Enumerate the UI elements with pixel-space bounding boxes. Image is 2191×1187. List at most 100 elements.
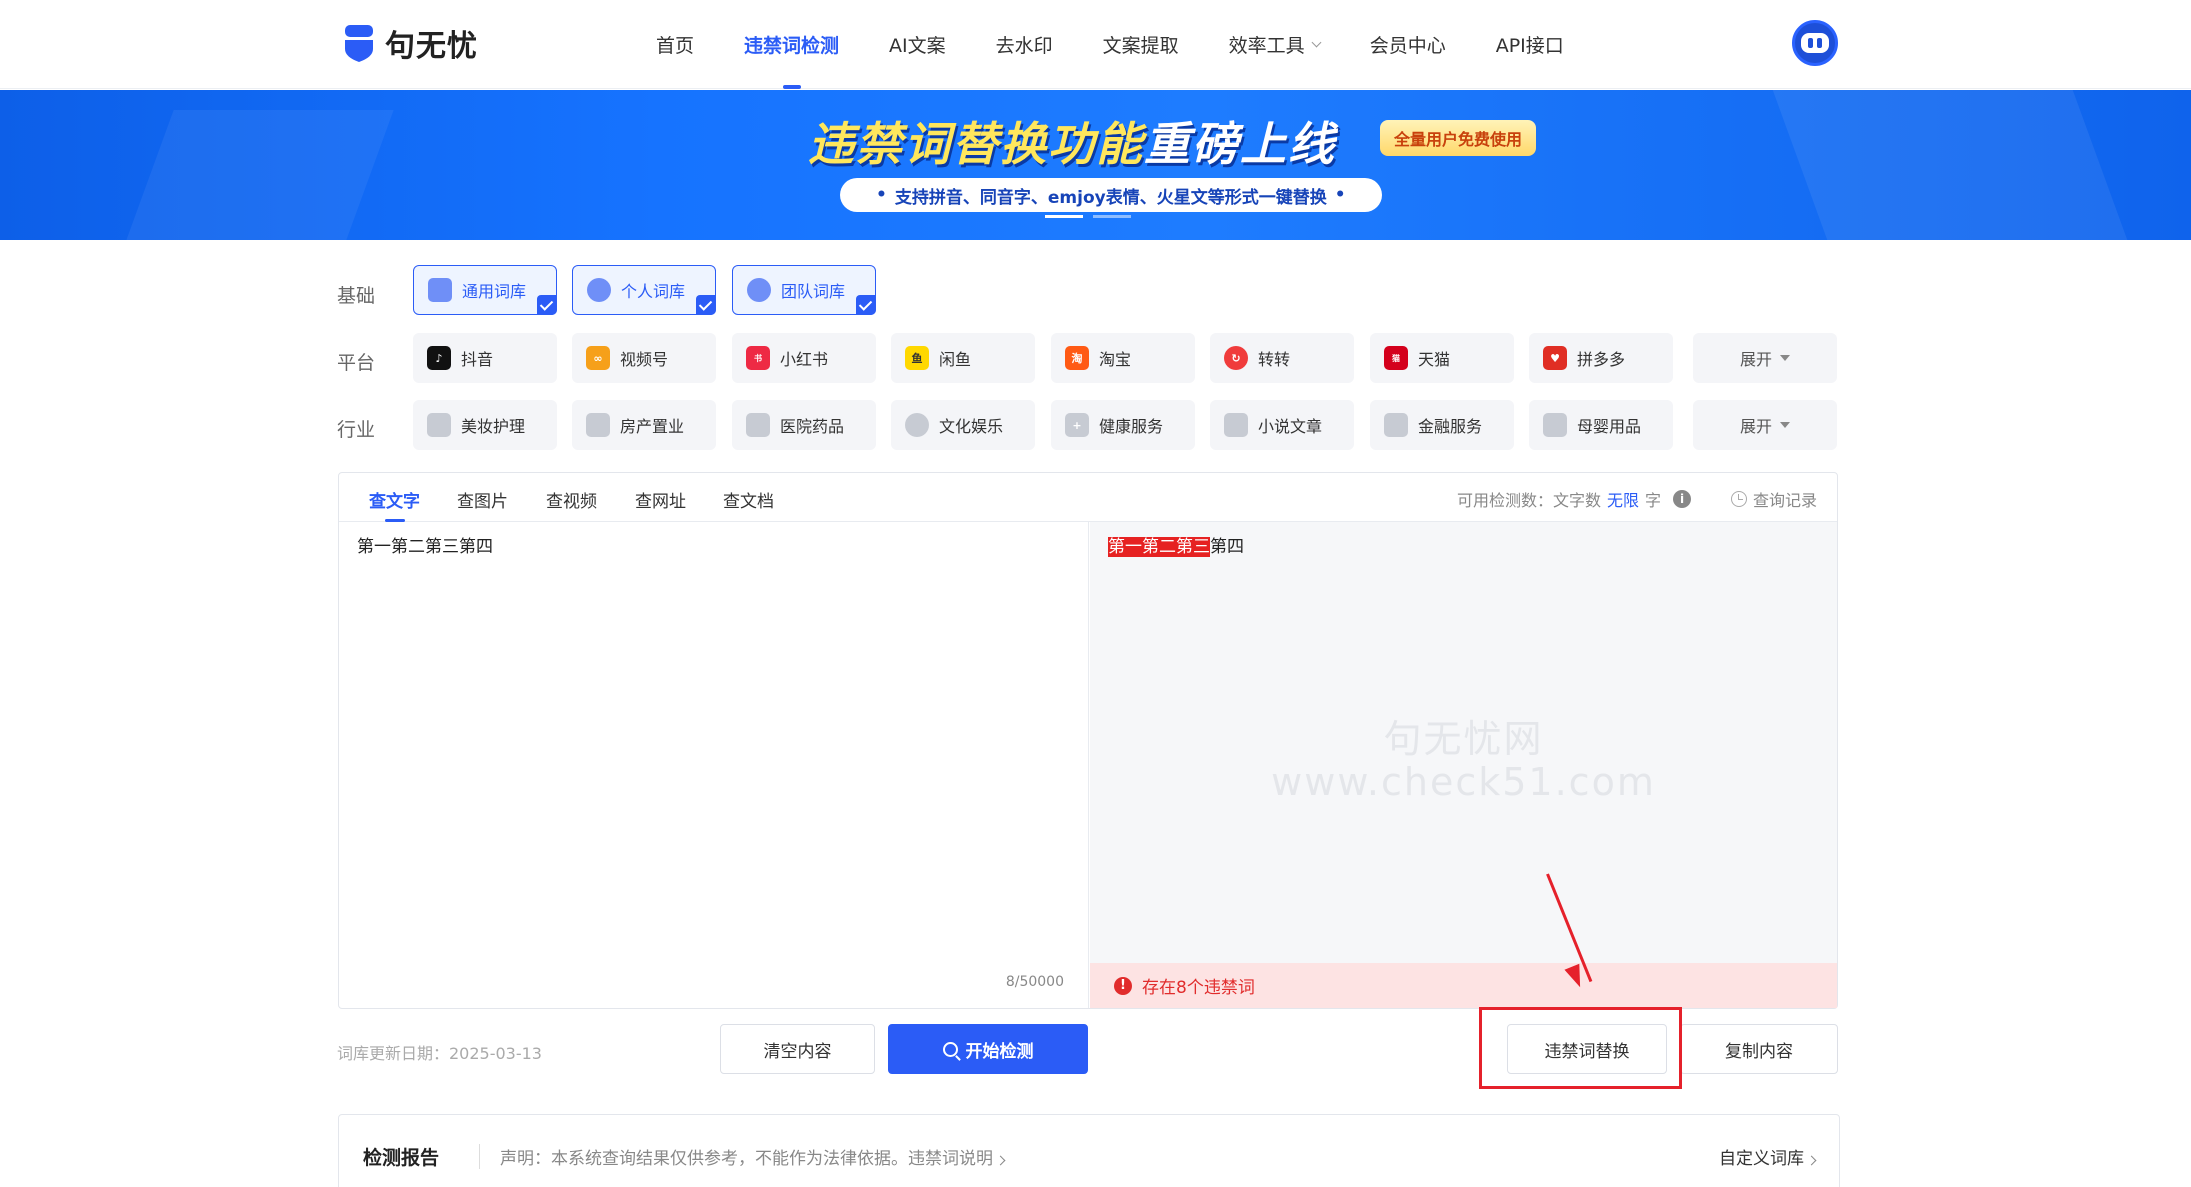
chip-label: 房产置业 [620, 417, 685, 436]
chip-label: 闲鱼 [939, 350, 972, 369]
banner-subtitle-text: 支持拼音、同音字、emjoy表情、火星文等形式一键替换 [894, 187, 1327, 208]
start-detection-button[interactable]: 开始检测 [888, 1024, 1088, 1074]
quota-unit: 字 [1644, 491, 1661, 510]
button-label: 复制内容 [1725, 1041, 1793, 1062]
expand-platforms-button[interactable]: 展开 [1693, 333, 1837, 383]
user-avatar[interactable] [1792, 20, 1838, 66]
query-history-link[interactable]: 查询记录 [1730, 487, 1817, 511]
chevron-down-icon [1311, 37, 1322, 47]
custom-library-link[interactable]: 自定义词库 [1719, 1144, 1817, 1169]
chip-personal-library[interactable]: 个人词库 [572, 265, 716, 315]
xiaohongshu-icon: 书 [746, 346, 770, 370]
chip-pinduoduo[interactable]: ♥ 拼多多 [1529, 333, 1673, 383]
text-input-area[interactable]: 第一第二第三第四 8/50000 [339, 522, 1089, 1008]
chip-health[interactable]: + 健康服务 [1051, 400, 1195, 450]
search-icon [942, 1041, 958, 1057]
chip-xianyu[interactable]: 鱼闲鱼 [891, 333, 1035, 383]
chip-label: 视频号 [620, 350, 669, 369]
shipinhao-icon: ∞ [586, 346, 610, 370]
chip-zhuanzhuan[interactable]: ↻ 转转 [1210, 333, 1354, 383]
chip-tmall[interactable]: 猫天猫 [1370, 333, 1514, 383]
tab-check-url[interactable]: 查网址 [635, 487, 686, 512]
banner-badge: 全量用户免费使用 [1380, 120, 1537, 156]
nav-efficiency-tools[interactable]: 效率工具 [1229, 0, 1322, 89]
info-icon[interactable]: i [1673, 490, 1691, 508]
nav-text-extract[interactable]: 文案提取 [1103, 0, 1179, 89]
copy-content-button[interactable]: 复制内容 [1680, 1024, 1838, 1074]
chip-team-library[interactable]: 团队词库 [732, 265, 876, 315]
chip-general-library[interactable]: 通用词库 [413, 265, 557, 315]
chip-maternity[interactable]: 母婴用品 [1529, 400, 1673, 450]
main-nav: 首页 违禁词检测 AI文案 去水印 文案提取 效率工具 会员中心 API接口 [656, 0, 1614, 89]
hospital-icon [746, 413, 770, 437]
tmall-icon: 猫 [1384, 346, 1408, 370]
chip-douyin[interactable]: ♪ 抖音 [413, 333, 557, 383]
banner-dot[interactable] [1093, 215, 1131, 218]
check-type-tabs: 查文字 查图片 查视频 查网址 查文档 可用检测数：文字数 无限 字 i 查询记… [339, 473, 1837, 522]
logo-text: 句无忧 [385, 29, 478, 64]
alert-icon: ! [1114, 976, 1132, 995]
history-label: 查询记录 [1752, 491, 1817, 510]
chip-xiaohongshu[interactable]: 书小红书 [732, 333, 876, 383]
chip-label: 淘宝 [1099, 350, 1132, 369]
nav-home[interactable]: 首页 [656, 0, 694, 89]
quota-info: 可用检测数：文字数 无限 字 i [1457, 487, 1691, 511]
baby-bottle-icon [1543, 413, 1567, 437]
douyin-icon: ♪ [427, 346, 451, 370]
detection-workspace: 查文字 查图片 查视频 查网址 查文档 可用检测数：文字数 无限 字 i 查询记… [338, 472, 1838, 1009]
chevron-right-icon [1806, 1155, 1817, 1166]
checkmark-icon [537, 295, 557, 315]
nav-label: 违禁词检测 [744, 35, 840, 57]
nav-api[interactable]: API接口 [1496, 0, 1564, 89]
banner-title-part-a: 违禁词替换功能 [808, 117, 1144, 171]
chip-label: 拼多多 [1577, 350, 1626, 369]
input-text: 第一第二第三第四 [357, 537, 493, 557]
expand-industries-button[interactable]: 展开 [1693, 400, 1837, 450]
chip-label: 通用词库 [462, 282, 527, 301]
report-disclaimer[interactable]: 声明：本系统查询结果仅供参考，不能作为法律依据。违禁词说明 [479, 1144, 1006, 1169]
clear-content-button[interactable]: 清空内容 [720, 1024, 875, 1074]
banner-dot[interactable] [1045, 215, 1083, 218]
site-logo[interactable]: 句无忧 [343, 22, 478, 64]
filter-label-industry: 行业 [337, 419, 376, 441]
result-text: 第一第二第三第四 [1108, 532, 1244, 557]
tab-check-text[interactable]: 查文字 [369, 487, 420, 522]
filter-label-platform: 平台 [337, 352, 376, 374]
checkmark-icon [696, 295, 716, 315]
custom-library-label: 自定义词库 [1719, 1149, 1804, 1169]
clock-icon [1730, 491, 1747, 507]
banner-title: 违禁词替换功能重磅上线 [808, 108, 1336, 174]
nav-member-center[interactable]: 会员中心 [1370, 0, 1446, 89]
nav-forbidden-word-check[interactable]: 违禁词检测 [744, 0, 839, 89]
chip-shipinhao[interactable]: ∞ 视频号 [572, 333, 716, 383]
checkmark-icon [856, 295, 876, 315]
promo-banner[interactable]: 违禁词替换功能重磅上线 全量用户免费使用 支持拼音、同音字、emjoy表情、火星… [0, 90, 2191, 240]
chip-real-estate[interactable]: 房产置业 [572, 400, 716, 450]
chip-label: 小红书 [780, 350, 829, 369]
chip-entertainment[interactable]: 文化娱乐 [891, 400, 1035, 450]
library-update-date: 词库更新日期：2025-03-13 [337, 1044, 542, 1063]
chip-novel[interactable]: 小说文章 [1210, 400, 1354, 450]
chip-label: 健康服务 [1099, 417, 1164, 436]
banner-subtitle: 支持拼音、同音字、emjoy表情、火星文等形式一键替换 [840, 178, 1382, 212]
expand-label: 展开 [1739, 350, 1772, 369]
tab-check-video[interactable]: 查视频 [546, 487, 597, 512]
chip-beauty[interactable]: 美妆护理 [413, 400, 557, 450]
tab-check-document[interactable]: 查文档 [723, 487, 774, 512]
taobao-icon: 淘 [1065, 346, 1089, 370]
building-icon [586, 413, 610, 437]
warning-bar: ! 存在8个违禁词 [1090, 963, 1837, 1008]
nav-label: 去水印 [995, 35, 1053, 57]
chip-taobao[interactable]: 淘淘宝 [1051, 333, 1195, 383]
caret-down-icon [1780, 422, 1790, 428]
xianyu-icon: 鱼 [905, 346, 929, 370]
chip-finance[interactable]: 金融服务 [1370, 400, 1514, 450]
nav-remove-watermark[interactable]: 去水印 [996, 0, 1053, 89]
wallet-icon [1384, 413, 1408, 437]
tab-check-image[interactable]: 查图片 [457, 487, 508, 512]
nav-ai-copy[interactable]: AI文案 [889, 0, 946, 89]
chip-medical[interactable]: 医院药品 [732, 400, 876, 450]
user-icon [587, 278, 611, 302]
chip-label: 医院药品 [780, 417, 845, 436]
report-title: 检测报告 [363, 1147, 440, 1169]
